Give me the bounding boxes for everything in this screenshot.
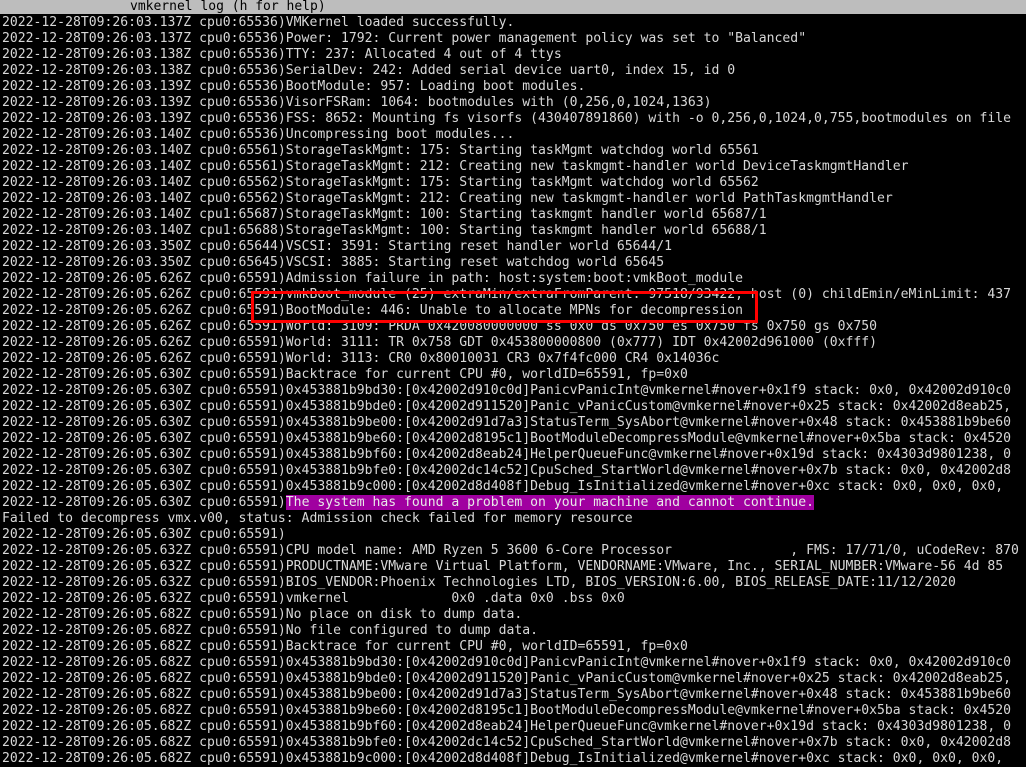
log-line-text: 2022-12-28T09:26:05.630Z cpu0:65591)0x45… xyxy=(2,399,1012,414)
log-line-text: 2022-12-28T09:26:05.632Z cpu0:65591)vmke… xyxy=(2,591,625,606)
log-line-text: 2022-12-28T09:26:05.682Z cpu0:65591)0x45… xyxy=(2,655,1012,670)
log-line: Failed to decompress vmx.v00, status: Ad… xyxy=(2,511,1026,527)
log-line-text: 2022-12-28T09:26:05.630Z cpu0:65591) xyxy=(2,527,286,542)
log-line: 2022-12-28T09:26:05.682Z cpu0:65591)0x45… xyxy=(2,671,1026,687)
log-line-text: 2022-12-28T09:26:05.682Z cpu0:65591)No f… xyxy=(2,623,539,638)
vmkernel-log-console: 2022-12-28T09:26:03.137Z cpu0:65536)VMKe… xyxy=(2,15,1026,767)
log-line: 2022-12-28T09:26:05.632Z cpu0:65591)vmke… xyxy=(2,591,1026,607)
log-line-text: 2022-12-28T09:26:03.350Z cpu0:65645)VSCS… xyxy=(2,255,665,270)
log-line: 2022-12-28T09:26:05.682Z cpu0:65591)0x45… xyxy=(2,687,1026,703)
log-line-text: 2022-12-28T09:26:03.137Z cpu0:65536)Powe… xyxy=(2,31,807,46)
log-line: 2022-12-28T09:26:03.137Z cpu0:65536)VMKe… xyxy=(2,15,1026,31)
log-line-text: 2022-12-28T09:26:05.626Z cpu0:65591)Worl… xyxy=(2,319,878,334)
log-line: 2022-12-28T09:26:05.630Z cpu0:65591)0x45… xyxy=(2,479,1026,495)
log-line-text: 2022-12-28T09:26:05.632Z cpu0:65591)PROD… xyxy=(2,559,1004,574)
log-line: 2022-12-28T09:26:05.682Z cpu0:65591)0x45… xyxy=(2,735,1026,751)
log-line-text: 2022-12-28T09:26:05.626Z cpu0:65591)Admi… xyxy=(2,271,744,286)
log-line-text: 2022-12-28T09:26:03.139Z cpu0:65536)Boot… xyxy=(2,79,586,94)
log-line: 2022-12-28T09:26:05.682Z cpu0:65591)0x45… xyxy=(2,655,1026,671)
log-line: 2022-12-28T09:26:05.682Z cpu0:65591)0x45… xyxy=(2,719,1026,735)
log-line-text: Failed to decompress vmx.v00, status: Ad… xyxy=(2,511,633,526)
log-line: 2022-12-28T09:26:05.630Z cpu0:65591) xyxy=(2,527,1026,543)
log-line: 2022-12-28T09:26:05.632Z cpu0:65591)PROD… xyxy=(2,559,1026,575)
log-line: 2022-12-28T09:26:05.626Z cpu0:65591)Worl… xyxy=(2,319,1026,335)
log-line-text: 2022-12-28T09:26:05.630Z cpu0:65591)0x45… xyxy=(2,383,1012,398)
log-line: 2022-12-28T09:26:03.139Z cpu0:65536)Boot… xyxy=(2,79,1026,95)
log-line-text: 2022-12-28T09:26:03.139Z cpu0:65536)FSS:… xyxy=(2,111,1012,126)
log-line-text: 2022-12-28T09:26:05.630Z cpu0:65591) xyxy=(2,495,286,510)
log-line-text: 2022-12-28T09:26:03.140Z cpu0:65562)Stor… xyxy=(2,191,893,206)
log-line: 2022-12-28T09:26:05.682Z cpu0:65591)No p… xyxy=(2,607,1026,623)
log-line-text: 2022-12-28T09:26:03.138Z cpu0:65536)TTY:… xyxy=(2,47,562,62)
log-line: 2022-12-28T09:26:03.140Z cpu0:65561)Stor… xyxy=(2,143,1026,159)
log-line-text: 2022-12-28T09:26:05.682Z cpu0:65591)0x45… xyxy=(2,719,1012,734)
log-line: 2022-12-28T09:26:05.682Z cpu0:65591)Back… xyxy=(2,639,1026,655)
log-line: 2022-12-28T09:26:05.626Z cpu0:65591)Boot… xyxy=(2,303,1026,319)
log-line-text: 2022-12-28T09:26:05.626Z cpu0:65591)Boot… xyxy=(2,303,744,318)
log-line: 2022-12-28T09:26:03.137Z cpu0:65536)Powe… xyxy=(2,31,1026,47)
title-bar-label: vmkernel log (h for help) xyxy=(130,0,326,14)
log-line-text: 2022-12-28T09:26:05.682Z cpu0:65591)0x45… xyxy=(2,703,1012,718)
log-line: 2022-12-28T09:26:05.632Z cpu0:65591)CPU … xyxy=(2,543,1026,559)
log-line-text: 2022-12-28T09:26:05.630Z cpu0:65591)0x45… xyxy=(2,479,1004,494)
log-line-text: 2022-12-28T09:26:05.630Z cpu0:65591)0x45… xyxy=(2,447,1012,462)
log-line-text: 2022-12-28T09:26:03.140Z cpu1:65687)Stor… xyxy=(2,207,767,222)
log-line: 2022-12-28T09:26:05.626Z cpu0:65591)Admi… xyxy=(2,271,1026,287)
title-bar: vmkernel log (h for help) xyxy=(0,0,1026,14)
log-line: 2022-12-28T09:26:05.626Z cpu0:65591)vmkB… xyxy=(2,287,1026,303)
log-line: 2022-12-28T09:26:05.630Z cpu0:65591)The … xyxy=(2,495,1026,511)
log-line-text: 2022-12-28T09:26:03.140Z cpu0:65561)Stor… xyxy=(2,159,909,174)
log-line: 2022-12-28T09:26:03.140Z cpu1:65687)Stor… xyxy=(2,207,1026,223)
log-line: 2022-12-28T09:26:05.630Z cpu0:65591)0x45… xyxy=(2,415,1026,431)
log-line-text: 2022-12-28T09:26:05.630Z cpu0:65591)0x45… xyxy=(2,463,1012,478)
log-line-text: 2022-12-28T09:26:05.632Z cpu0:65591)BIOS… xyxy=(2,575,956,590)
log-line: 2022-12-28T09:26:03.350Z cpu0:65644)VSCS… xyxy=(2,239,1026,255)
log-line-text: 2022-12-28T09:26:03.140Z cpu1:65688)Stor… xyxy=(2,223,767,238)
log-line-text: 2022-12-28T09:26:03.350Z cpu0:65644)VSCS… xyxy=(2,239,673,254)
log-line: 2022-12-28T09:26:05.630Z cpu0:65591)0x45… xyxy=(2,463,1026,479)
log-line: 2022-12-28T09:26:03.140Z cpu0:65562)Stor… xyxy=(2,175,1026,191)
log-line-text: 2022-12-28T09:26:05.682Z cpu0:65591)No p… xyxy=(2,607,523,622)
log-line: 2022-12-28T09:26:05.630Z cpu0:65591)0x45… xyxy=(2,383,1026,399)
log-line-text: 2022-12-28T09:26:03.138Z cpu0:65536)Seri… xyxy=(2,63,736,78)
log-line-text: 2022-12-28T09:26:05.630Z cpu0:65591)Back… xyxy=(2,367,688,382)
log-line: 2022-12-28T09:26:03.139Z cpu0:65536)Viso… xyxy=(2,95,1026,111)
log-line: 2022-12-28T09:26:03.350Z cpu0:65645)VSCS… xyxy=(2,255,1026,271)
log-line: 2022-12-28T09:26:05.626Z cpu0:65591)Worl… xyxy=(2,351,1026,367)
log-line: 2022-12-28T09:26:05.682Z cpu0:65591)0x45… xyxy=(2,703,1026,719)
log-line-text: 2022-12-28T09:26:05.626Z cpu0:65591)vmkB… xyxy=(2,287,1012,302)
log-line-text: 2022-12-28T09:26:03.140Z cpu0:65536)Unco… xyxy=(2,127,515,142)
log-line-text: 2022-12-28T09:26:05.626Z cpu0:65591)Worl… xyxy=(2,335,878,350)
log-line-text: 2022-12-28T09:26:03.140Z cpu0:65562)Stor… xyxy=(2,175,759,190)
log-line: 2022-12-28T09:26:03.140Z cpu0:65561)Stor… xyxy=(2,159,1026,175)
log-line: 2022-12-28T09:26:03.140Z cpu0:65536)Unco… xyxy=(2,127,1026,143)
log-line-text: 2022-12-28T09:26:05.630Z cpu0:65591)0x45… xyxy=(2,415,1012,430)
log-line-text: 2022-12-28T09:26:03.139Z cpu0:65536)Viso… xyxy=(2,95,712,110)
log-line: 2022-12-28T09:26:03.140Z cpu0:65562)Stor… xyxy=(2,191,1026,207)
log-line: 2022-12-28T09:26:03.140Z cpu1:65688)Stor… xyxy=(2,223,1026,239)
log-line: 2022-12-28T09:26:05.630Z cpu0:65591)0x45… xyxy=(2,447,1026,463)
log-line: 2022-12-28T09:26:05.682Z cpu0:65591)No f… xyxy=(2,623,1026,639)
log-line-text: 2022-12-28T09:26:03.137Z cpu0:65536)VMKe… xyxy=(2,15,515,30)
log-line: 2022-12-28T09:26:03.139Z cpu0:65536)FSS:… xyxy=(2,111,1026,127)
log-line: 2022-12-28T09:26:05.630Z cpu0:65591)Back… xyxy=(2,367,1026,383)
log-line-text: 2022-12-28T09:26:05.682Z cpu0:65591)0x45… xyxy=(2,735,1012,750)
log-line-text: 2022-12-28T09:26:05.682Z cpu0:65591)0x45… xyxy=(2,687,1012,702)
log-line: 2022-12-28T09:26:05.626Z cpu0:65591)Worl… xyxy=(2,335,1026,351)
log-line-text: 2022-12-28T09:26:05.682Z cpu0:65591)Back… xyxy=(2,639,688,654)
log-line: 2022-12-28T09:26:05.630Z cpu0:65591)0x45… xyxy=(2,431,1026,447)
log-line-text: 2022-12-28T09:26:05.682Z cpu0:65591)0x45… xyxy=(2,671,1012,686)
log-line: 2022-12-28T09:26:05.630Z cpu0:65591)0x45… xyxy=(2,399,1026,415)
log-line-text: 2022-12-28T09:26:05.682Z cpu0:65591)0x45… xyxy=(2,751,1004,766)
panic-message-highlight: The system has found a problem on your m… xyxy=(285,495,814,510)
log-line-text: 2022-12-28T09:26:05.632Z cpu0:65591)CPU … xyxy=(2,543,1019,558)
log-line: 2022-12-28T09:26:03.138Z cpu0:65536)Seri… xyxy=(2,63,1026,79)
log-line: 2022-12-28T09:26:05.682Z cpu0:65591)0x45… xyxy=(2,751,1026,767)
log-line-text: 2022-12-28T09:26:05.630Z cpu0:65591)0x45… xyxy=(2,431,1012,446)
log-line-text: 2022-12-28T09:26:05.626Z cpu0:65591)Worl… xyxy=(2,351,720,366)
log-line: 2022-12-28T09:26:05.632Z cpu0:65591)BIOS… xyxy=(2,575,1026,591)
log-line-text: 2022-12-28T09:26:03.140Z cpu0:65561)Stor… xyxy=(2,143,759,158)
log-line: 2022-12-28T09:26:03.138Z cpu0:65536)TTY:… xyxy=(2,47,1026,63)
